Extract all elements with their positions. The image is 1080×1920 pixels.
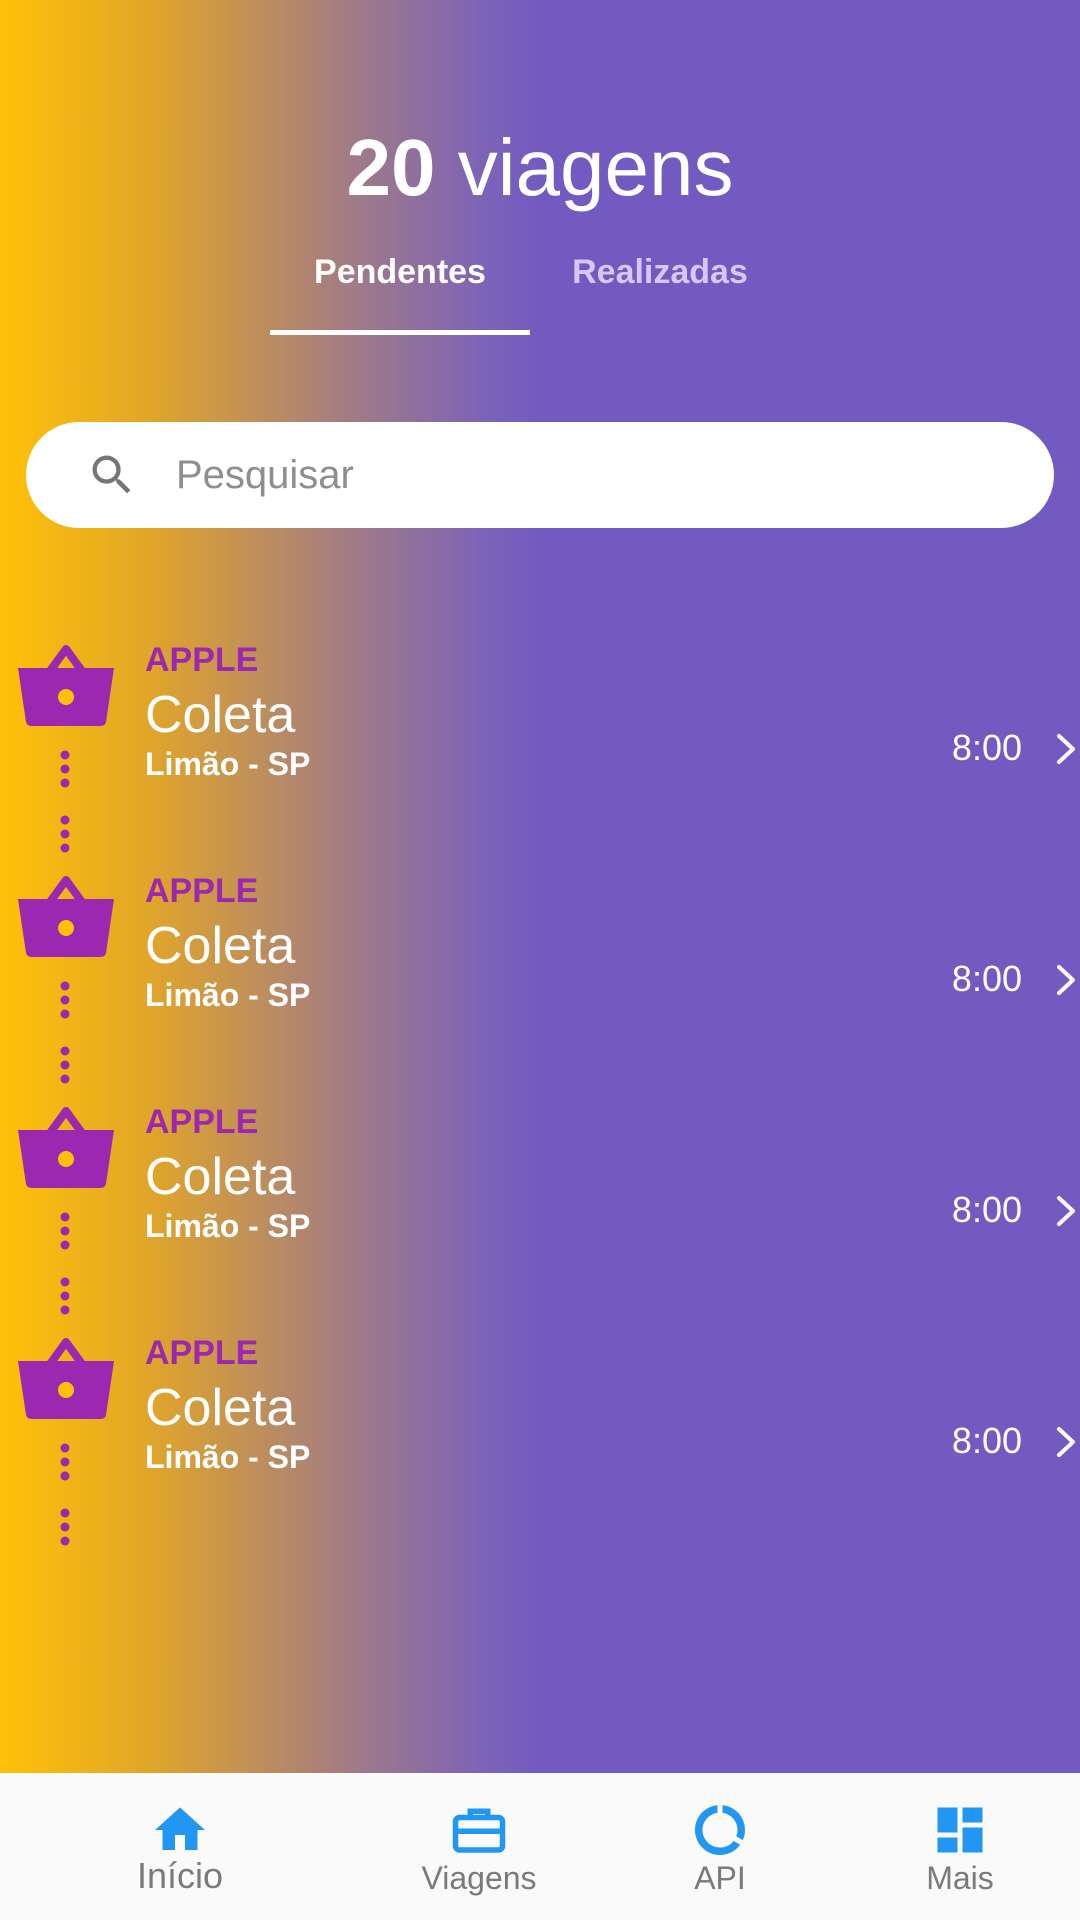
page-title: 20 viagens (0, 118, 1080, 218)
trip-company: APPLE (145, 1334, 259, 1372)
trip-kind: Coleta (145, 686, 296, 744)
trip-time: 8:00 (951, 727, 1022, 768)
chevron-right-icon (1057, 965, 1075, 995)
basket-icon (18, 876, 114, 957)
basket-icon (18, 1338, 114, 1419)
trip-company: APPLE (145, 1103, 259, 1141)
trip-kind: Coleta (145, 917, 296, 975)
trip-kind: Coleta (145, 1148, 296, 1206)
timeline-dots (60, 750, 70, 853)
tab-realizadas[interactable]: Realizadas (530, 244, 790, 334)
chevron-right-icon (1057, 734, 1075, 764)
tab-pendentes[interactable]: Pendentes (270, 244, 530, 334)
timeline-dots (60, 981, 70, 1084)
bottom-navigation: Início Viagens API Mais (0, 1773, 1080, 1920)
trip-place: Limão - SP (145, 977, 311, 1013)
nav-label-api: API (694, 1860, 746, 1896)
nav-item-viagens[interactable]: Viagens (379, 1773, 579, 1920)
basket-icon (18, 1107, 114, 1188)
screen: 20 viagens Pendentes Realizadas APPLE Co… (0, 0, 1080, 1920)
nav-item-api[interactable]: API (620, 1773, 820, 1920)
active-tab-indicator (270, 330, 530, 335)
donut-icon (695, 1805, 745, 1855)
dashboard-icon (937, 1807, 983, 1853)
trip-place: Limão - SP (145, 1439, 311, 1475)
nav-item-inicio[interactable]: Início (80, 1773, 280, 1920)
trip-time: 8:00 (951, 958, 1022, 999)
home-icon (155, 1807, 205, 1850)
trip-time: 8:00 (951, 1189, 1022, 1230)
trip-item[interactable]: APPLE Coleta Limão - SP 8:00 (0, 1102, 1080, 1333)
nav-label-viagens: Viagens (421, 1860, 537, 1896)
search-icon (92, 455, 131, 494)
briefcase-icon (452, 1808, 506, 1853)
search-bar[interactable] (26, 422, 1054, 528)
basket-icon (18, 645, 114, 726)
trip-kind: Coleta (145, 1379, 296, 1437)
chevron-right-icon (1057, 1427, 1075, 1457)
trip-item[interactable]: APPLE Coleta Limão - SP 8:00 (0, 871, 1080, 1102)
timeline-dots (60, 1212, 70, 1315)
trip-company: APPLE (145, 872, 259, 910)
trip-count: 20 (346, 123, 436, 212)
search-input[interactable] (176, 442, 996, 508)
tab-bar: Pendentes Realizadas (270, 244, 790, 335)
trip-company: APPLE (145, 641, 259, 679)
chevron-right-icon (1057, 1196, 1075, 1226)
trip-item[interactable]: APPLE Coleta Limão - SP 8:00 (0, 1333, 1080, 1564)
nav-item-mais[interactable]: Mais (860, 1773, 1060, 1920)
trip-place: Limão - SP (145, 746, 311, 782)
trip-count-suffix: viagens (435, 123, 734, 212)
trip-place: Limão - SP (145, 1208, 311, 1244)
trip-item[interactable]: APPLE Coleta Limão - SP 8:00 (0, 640, 1080, 871)
nav-label-mais: Mais (926, 1860, 994, 1896)
nav-label-inicio: Início (136, 1855, 224, 1896)
timeline-dots (60, 1443, 70, 1546)
trip-time: 8:00 (951, 1420, 1022, 1461)
